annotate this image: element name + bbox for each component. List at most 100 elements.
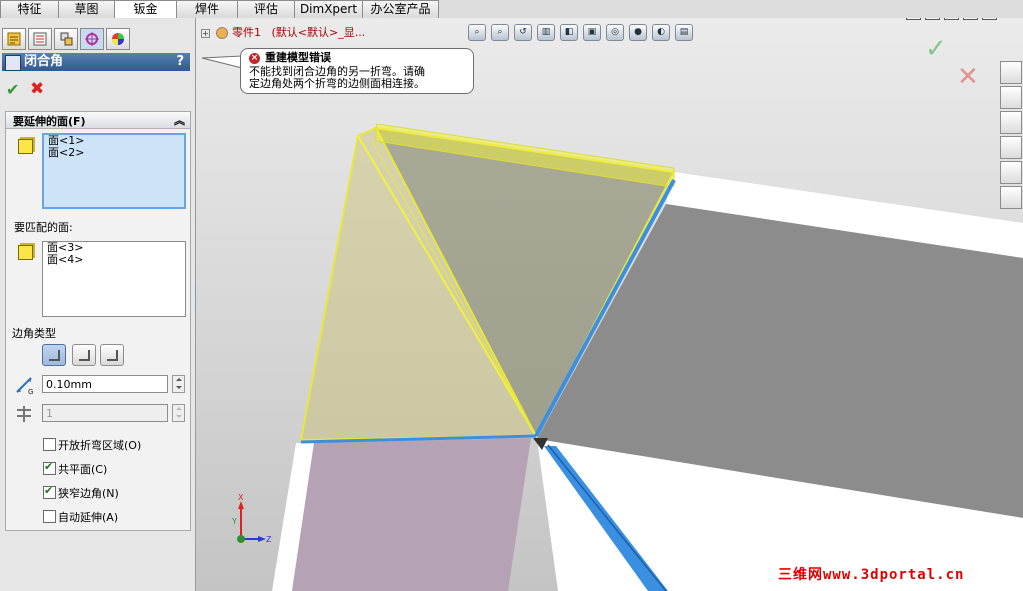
expand-icon[interactable]: + (201, 28, 210, 38)
close-icon[interactable]: × (982, 18, 997, 20)
group-title: 要延伸的面(F) (13, 115, 86, 128)
custom-properties-icon[interactable] (1000, 186, 1022, 209)
closed-corner-icon (5, 55, 21, 71)
property-manager-title-bar: 闭合角 ? (2, 53, 190, 71)
zoom-to-area-icon[interactable]: ⌕ (491, 24, 509, 41)
triad-z-label: Z (266, 535, 272, 544)
tab-evaluate[interactable]: 评估 (237, 0, 295, 18)
page-title: 闭合角 (24, 54, 64, 69)
error-message-line: 定边角处两个折弯的边侧面相连接。 (249, 77, 425, 90)
tab-dimxpert[interactable]: DimXpert (294, 0, 363, 18)
auto-propagation-checkbox[interactable] (43, 510, 56, 523)
heads-up-view-toolbar: ⌕ ⌕ ↺ ▥ ◧ ▣ ◎ ● ◐ ▤ (468, 24, 693, 41)
flyout-feature-tree[interactable]: + 零件1 (默认<默认>_显... (201, 24, 365, 40)
gap-distance-stepper[interactable] (172, 375, 185, 393)
faces-to-extend-list[interactable]: 面<1> 面<2> (42, 133, 186, 209)
reference-triad: X Z Y (232, 493, 272, 544)
tab-features[interactable]: 特征 (0, 0, 59, 18)
panel-toggle-icon[interactable]: ◨ (925, 18, 940, 20)
view-orientation-icon[interactable]: ◧ (560, 24, 578, 41)
tab-sketch[interactable]: 草图 (58, 0, 115, 18)
underlap-corner-icon (107, 350, 118, 361)
command-manager-tabs: 特征 草图 钣金 焊件 评估 DimXpert 办公室产品 (0, 0, 1023, 19)
rebuild-error-tooltip: × 重建模型错误 不能找到闭合边角的另一折弯。请确 定边角处两个折弯的边侧面相连… (240, 48, 474, 94)
open-bend-region-label: 开放折弯区域(O) (58, 439, 142, 452)
feature-manager-tab[interactable] (2, 28, 26, 50)
task-pane-tabs (1000, 61, 1022, 209)
narrow-corner-checkbox[interactable] (43, 484, 56, 499)
faces-to-match-list[interactable]: 面<3> 面<4> (42, 241, 186, 317)
design-library-icon[interactable] (1000, 86, 1022, 109)
coplanar-label: 共平面(C) (58, 463, 108, 476)
gap-distance-icon: G (16, 377, 33, 396)
triad-y-label: Y (232, 517, 237, 526)
auto-propagation-label: 自动延伸(A) (58, 511, 119, 524)
property-sheet-icon (33, 32, 47, 46)
watermark: 三维网www.3dportal.cn (778, 567, 965, 583)
help-button[interactable]: ? (176, 53, 184, 71)
confirm-cancel-icon[interactable]: ✕ (957, 62, 979, 92)
restore-icon[interactable]: ❐ (963, 18, 978, 20)
previous-view-icon[interactable]: ↺ (514, 24, 532, 41)
view-palette-icon[interactable] (1000, 136, 1022, 159)
overlap-corner-button[interactable] (72, 344, 96, 366)
edit-appearance-icon[interactable]: ● (629, 24, 647, 41)
configuration-manager-tab[interactable] (54, 28, 78, 50)
window-controls: ◧ ◨ _ ❐ × (906, 18, 997, 20)
section-view-icon[interactable]: ▥ (537, 24, 555, 41)
feature-tree-icon (7, 32, 21, 46)
face-selection-icon (18, 139, 33, 154)
file-explorer-icon[interactable] (1000, 111, 1022, 134)
overlap-ratio-input[interactable]: 1 (42, 404, 168, 422)
svg-text:G: G (28, 388, 33, 396)
minimize-icon[interactable]: _ (944, 18, 959, 20)
butt-corner-icon (49, 350, 60, 361)
narrow-corner-label: 狭窄边角(N) (58, 487, 119, 500)
list-item[interactable]: 面<4> (43, 254, 185, 266)
underlap-corner-button[interactable] (100, 344, 124, 366)
overlap-ratio-icon (17, 406, 31, 422)
collapse-icon[interactable]: ︽ (174, 112, 185, 128)
butt-corner-button[interactable] (42, 344, 66, 366)
apply-scene-icon[interactable]: ◐ (652, 24, 670, 41)
appearances-icon[interactable] (1000, 161, 1022, 184)
graphics-area[interactable]: + 零件1 (默认<默认>_显... × 重建模型错误 不能找到闭合边角的另一折弯… (196, 18, 1023, 591)
overlap-corner-icon (79, 350, 90, 361)
list-item[interactable]: 面<2> (44, 147, 184, 159)
display-manager-tab[interactable] (106, 28, 130, 50)
configuration-name: (默认<默认>_显... (271, 26, 366, 39)
faces-to-match-label: 要匹配的面: (14, 221, 73, 234)
overlap-ratio-stepper[interactable] (172, 404, 185, 422)
restore-panel-icon[interactable]: ◧ (906, 18, 921, 20)
ok-button[interactable]: ✔ (6, 80, 19, 99)
faces-group-box: 要延伸的面(F) ︽ 面<1> 面<2> 要匹配的面: 面<3> 面<4> 边角… (5, 111, 191, 531)
triad-x-label: X (238, 493, 244, 502)
color-wheel-icon (112, 33, 124, 45)
configuration-icon (60, 32, 73, 46)
dimxpert-manager-tab[interactable] (80, 28, 104, 50)
group-header[interactable]: 要延伸的面(F) ︽ (6, 112, 190, 129)
display-style-icon[interactable]: ▣ (583, 24, 601, 41)
view-settings-icon[interactable]: ▤ (675, 24, 693, 41)
tab-weldments[interactable]: 焊件 (176, 0, 238, 18)
crosshair-target-icon (85, 32, 99, 46)
sheet-metal-model[interactable] (196, 18, 1023, 591)
hide-show-items-icon[interactable]: ◎ (606, 24, 624, 41)
coplanar-checkbox[interactable] (43, 460, 56, 475)
cancel-button[interactable]: ✖ (30, 79, 44, 99)
error-message: 不能找到闭合边角的另一折弯。请确 定边角处两个折弯的边侧面相连接。 (249, 66, 469, 90)
part-icon (216, 27, 228, 39)
solidworks-resources-icon[interactable] (1000, 61, 1022, 84)
error-title: 重建模型错误 (265, 51, 331, 64)
zoom-to-fit-icon[interactable]: ⌕ (468, 24, 486, 41)
gap-distance-input[interactable]: 0.10mm (42, 375, 168, 393)
property-manager-tab[interactable] (28, 28, 52, 50)
part-name[interactable]: 零件1 (232, 26, 261, 39)
property-manager-panel: 闭合角 ? ✔ ✖ 要延伸的面(F) ︽ 面<1> 面<2> 要匹配的面: 面<… (0, 18, 203, 591)
corner-type-label: 边角类型 (12, 327, 56, 340)
tab-office-products[interactable]: 办公室产品 (362, 0, 439, 18)
open-bend-region-checkbox[interactable] (43, 438, 56, 451)
purple-face[interactable] (292, 438, 531, 591)
confirm-ok-icon[interactable]: ✓ (925, 34, 947, 64)
tab-sheet-metal[interactable]: 钣金 (114, 0, 177, 19)
